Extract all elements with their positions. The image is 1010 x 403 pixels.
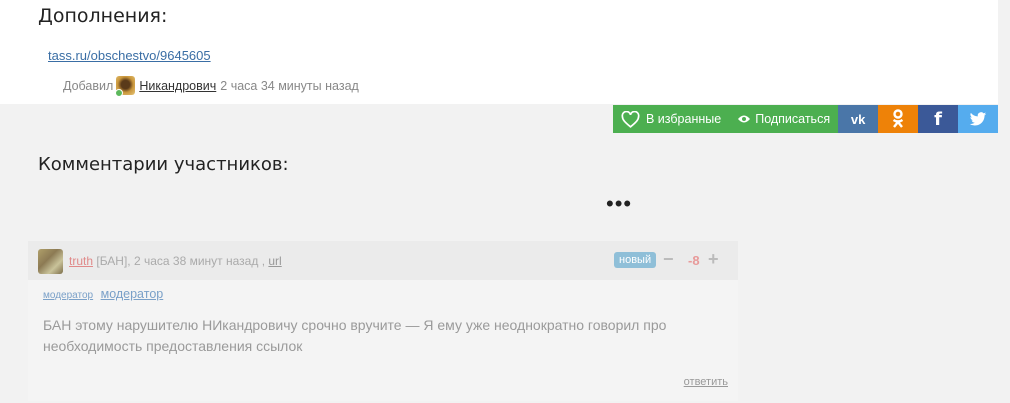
subscribe-label: Подписаться <box>755 112 831 126</box>
moderator-link[interactable]: модератор <box>101 287 164 301</box>
comment-score: -8 <box>688 253 700 268</box>
article-additions-panel: Дополнения: tass.ru/obschestvo/9645605 Д… <box>0 0 998 104</box>
commenter-avatar[interactable] <box>38 249 63 274</box>
moderator-row: модератор модератор <box>43 287 163 301</box>
additions-title: Дополнения: <box>38 5 168 27</box>
source-link[interactable]: tass.ru/obschestvo/9645605 <box>48 48 211 63</box>
vk-share-button[interactable]: vk <box>838 105 879 133</box>
reply-link[interactable]: ответить <box>684 376 728 388</box>
facebook-icon: f <box>934 108 943 130</box>
moderator-image-icon[interactable]: модератор <box>43 290 93 301</box>
added-by-label: Добавил <box>63 78 114 93</box>
author-avatar[interactable] <box>115 76 136 97</box>
action-bar: В избранные Подписаться vk f <box>613 105 999 133</box>
comment-url-link[interactable]: url <box>268 254 281 268</box>
ok-share-button[interactable] <box>878 105 919 133</box>
comment-text: БАН этому нарушителю НИкандровичу срочно… <box>43 317 667 354</box>
comment-meta: truth [БАН], 2 часа 38 минут назад , url <box>69 254 282 268</box>
added-by-row: Добавил Никандрович 2 часа 34 минуты наз… <box>63 76 359 97</box>
vk-icon: vk <box>850 111 866 127</box>
vote-down-button[interactable]: − <box>663 249 674 270</box>
subscribe-button[interactable]: Подписаться <box>731 105 839 133</box>
comment-header: truth [БАН], 2 часа 38 минут назад , url… <box>28 241 738 280</box>
facebook-share-button[interactable]: f <box>918 105 959 133</box>
load-more-comments-button[interactable]: ••• <box>606 193 632 215</box>
vote-up-button[interactable]: + <box>708 249 719 270</box>
add-to-favorites-button[interactable]: В избранные <box>613 105 732 133</box>
author-link[interactable]: Никандрович <box>139 79 216 93</box>
ok-icon <box>891 109 905 129</box>
new-badge: новый <box>614 252 657 268</box>
eye-icon <box>737 114 751 124</box>
comment: truth [БАН], 2 часа 38 минут назад , url… <box>28 241 738 401</box>
online-indicator-icon <box>115 89 124 97</box>
favorites-label: В избранные <box>646 112 722 126</box>
commenter-link[interactable]: truth <box>69 254 93 268</box>
twitter-share-button[interactable] <box>958 105 999 133</box>
twitter-icon <box>969 111 987 127</box>
added-time: 2 часа 34 минуты назад <box>220 78 359 93</box>
heart-icon <box>621 110 640 128</box>
comment-info: [БАН], 2 часа 38 минут назад , <box>96 254 266 268</box>
comments-title: Комментарии участников: <box>38 154 289 175</box>
